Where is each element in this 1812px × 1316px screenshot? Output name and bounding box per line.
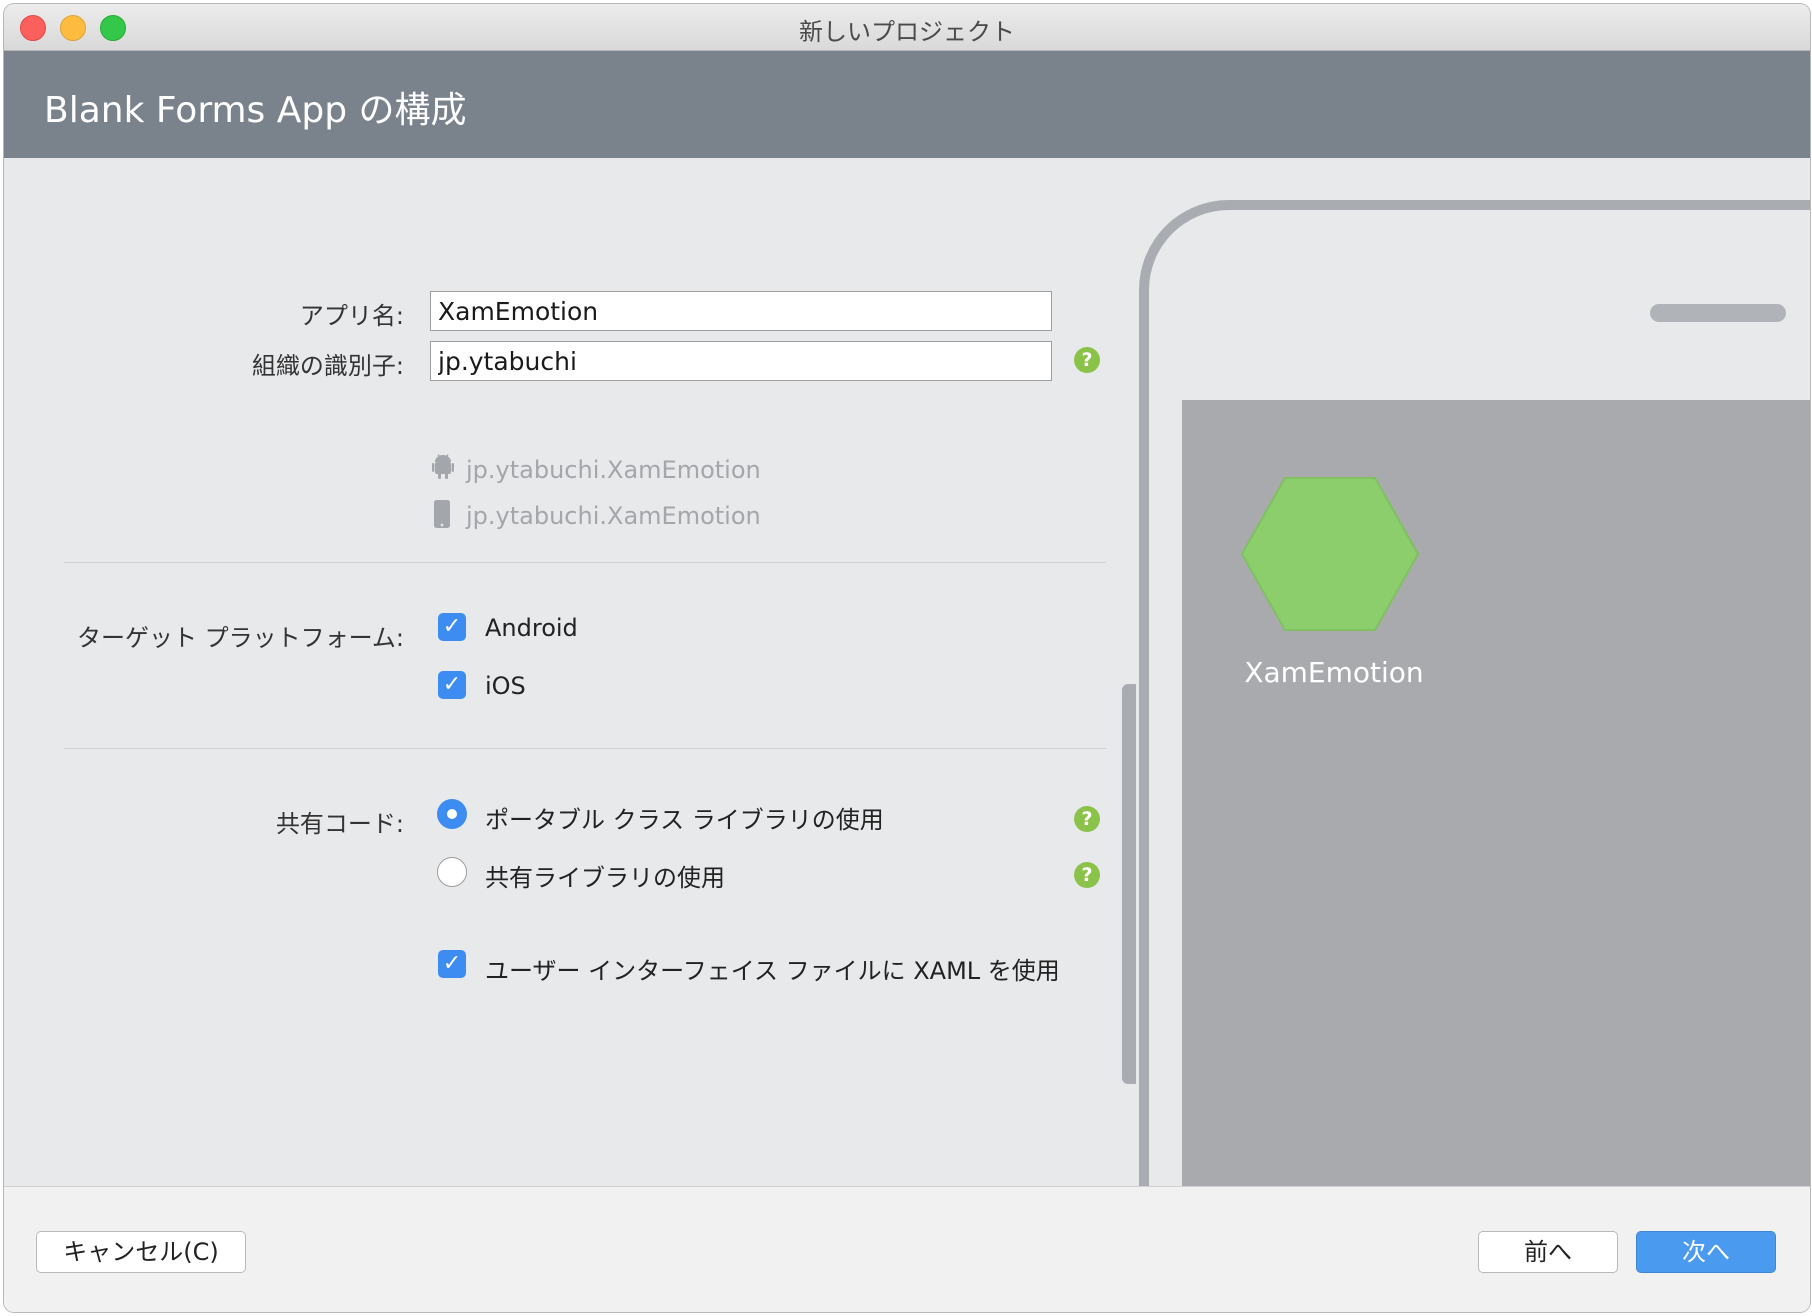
- shared-library-radio[interactable]: [437, 857, 467, 887]
- org-id-label: 組織の識別子:: [251, 352, 404, 380]
- new-project-window: 新しいプロジェクト Blank Forms App の構成 アプリ名: 組織の識…: [4, 4, 1810, 1312]
- shared-library-help-icon[interactable]: ?: [1074, 862, 1100, 888]
- wizard-footer: キャンセル(C) 前へ 次へ: [4, 1186, 1810, 1312]
- iphone-icon: [434, 500, 450, 528]
- divider: [64, 748, 1106, 749]
- org-id-input[interactable]: [430, 341, 1052, 381]
- back-button[interactable]: 前へ: [1478, 1231, 1618, 1273]
- android-option-label: Android: [485, 614, 578, 642]
- android-checkbox[interactable]: ✓: [438, 613, 466, 641]
- shared-library-option-label: 共有ライブラリの使用: [485, 864, 725, 892]
- phone-side-button: [1122, 684, 1136, 1084]
- window-title: 新しいプロジェクト: [799, 18, 1015, 46]
- cancel-button[interactable]: キャンセル(C): [36, 1231, 246, 1273]
- android-bundle-id: jp.ytabuchi.XamEmotion: [466, 456, 761, 484]
- android-icon: [432, 454, 454, 479]
- ios-checkbox[interactable]: ✓: [438, 671, 466, 699]
- ios-option-label: iOS: [485, 672, 526, 700]
- pcl-radio[interactable]: [437, 799, 467, 829]
- ios-bundle-id: jp.ytabuchi.XamEmotion: [466, 502, 761, 530]
- divider: [64, 562, 1106, 563]
- title-bar: 新しいプロジェクト: [4, 4, 1810, 51]
- org-id-help-icon[interactable]: ?: [1074, 347, 1100, 373]
- app-icon: [1241, 477, 1419, 631]
- app-name-input[interactable]: [430, 291, 1052, 331]
- preview-app-name: XamEmotion: [1244, 656, 1424, 689]
- xaml-option-label: ユーザー インターフェイス ファイルに XAML を使用: [485, 957, 1060, 985]
- shared-code-label: 共有コード:: [275, 810, 404, 838]
- pcl-help-icon[interactable]: ?: [1074, 806, 1100, 832]
- target-platforms-label: ターゲット プラットフォーム:: [77, 624, 404, 652]
- page-title: Blank Forms App の構成: [44, 90, 467, 131]
- wizard-header: Blank Forms App の構成: [4, 51, 1810, 158]
- xaml-checkbox[interactable]: ✓: [438, 950, 466, 978]
- app-name-label: アプリ名:: [299, 302, 404, 330]
- pcl-option-label: ポータブル クラス ライブラリの使用: [485, 806, 884, 834]
- next-button[interactable]: 次へ: [1636, 1231, 1776, 1273]
- phone-speaker: [1650, 304, 1786, 322]
